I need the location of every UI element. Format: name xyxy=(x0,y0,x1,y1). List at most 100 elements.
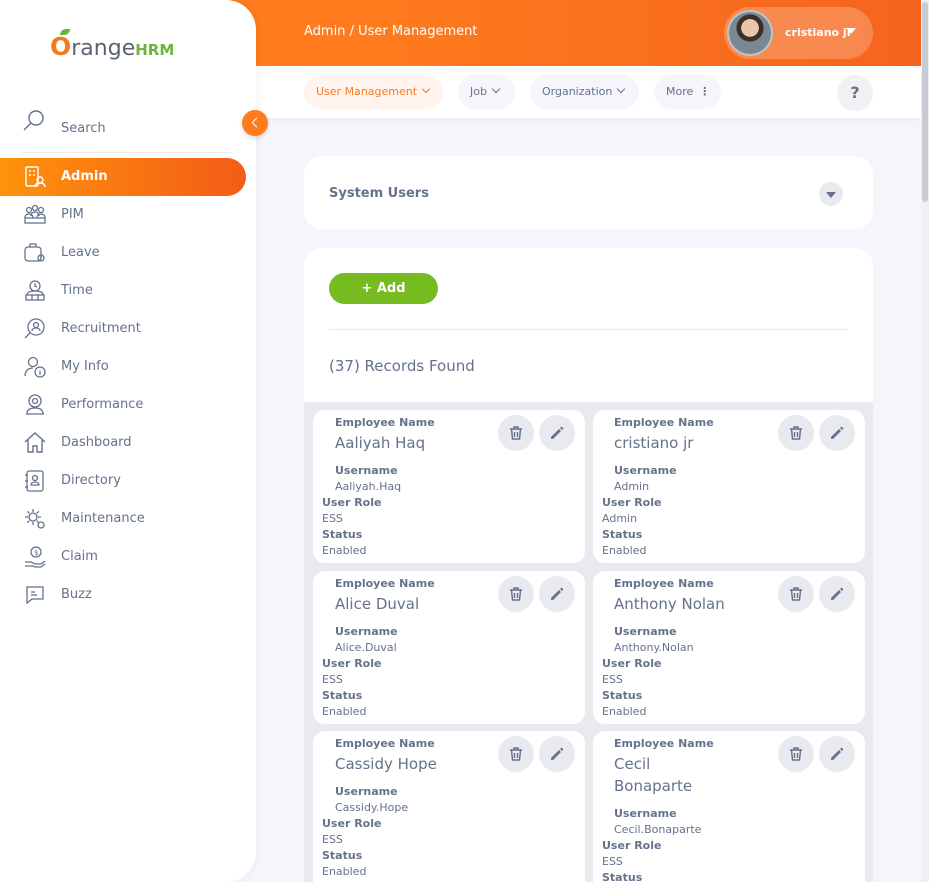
time-icon xyxy=(25,280,45,301)
sidebar-item-label: Buzz xyxy=(61,587,92,602)
home-icon xyxy=(24,432,46,453)
user-role-label: User Role xyxy=(602,657,662,670)
sidebar-item-leave[interactable]: Leave xyxy=(0,234,246,272)
scrollbar-track[interactable] xyxy=(921,0,929,882)
username-value: Alice.Duval xyxy=(335,641,397,654)
toggle-filter-icon[interactable] xyxy=(819,182,843,206)
edit-button[interactable] xyxy=(819,576,855,612)
orangehrm-logo[interactable]: OrangeHRM xyxy=(50,29,174,61)
status-value: Enabled xyxy=(322,705,367,718)
edit-button[interactable] xyxy=(539,736,575,772)
user-card: Employee Name Cassidy Hope Username Cass… xyxy=(313,731,585,882)
admin-icon xyxy=(25,166,46,188)
sidebar-search[interactable]: Search xyxy=(22,109,232,153)
employee-name-label: Employee Name xyxy=(614,577,714,590)
sidebar-item-admin[interactable]: Admin xyxy=(0,158,246,196)
user-role-value: ESS xyxy=(602,855,623,868)
username-label: Username xyxy=(614,807,677,820)
edit-button[interactable] xyxy=(539,415,575,451)
leave-icon xyxy=(24,243,45,262)
status-label: Status xyxy=(602,528,643,541)
user-dropdown[interactable]: cristiano jr xyxy=(724,7,873,59)
user-role-value: Admin xyxy=(602,512,638,525)
username-value: Aaliyah.Haq xyxy=(335,480,402,493)
nav-job[interactable]: Job xyxy=(458,75,515,109)
status-label: Status xyxy=(322,849,363,862)
help-button[interactable]: ? xyxy=(837,75,873,111)
sidebar-item-my-info[interactable]: My Info xyxy=(0,348,246,386)
divider xyxy=(329,329,848,330)
sidebar-item-maintenance[interactable]: Maintenance xyxy=(0,500,246,538)
pencil-icon xyxy=(831,587,844,600)
delete-button[interactable] xyxy=(498,415,534,451)
nav-organization[interactable]: Organization xyxy=(530,75,639,109)
top-nav: User Management Job Organization More ⋮ ? xyxy=(256,66,921,118)
pencil-icon xyxy=(831,426,844,439)
delete-button[interactable] xyxy=(778,415,814,451)
user-role-value: ESS xyxy=(322,673,343,686)
username-label: Username xyxy=(335,625,398,638)
sidebar-item-time[interactable]: Time xyxy=(0,272,246,310)
delete-button[interactable] xyxy=(778,576,814,612)
sidebar-item-directory[interactable]: Directory xyxy=(0,462,246,500)
sidebar-item-label: My Info xyxy=(61,359,109,374)
search-icon xyxy=(23,110,44,131)
maintenance-icon xyxy=(25,509,45,529)
nav-user-management[interactable]: User Management xyxy=(304,75,443,109)
user-card: Employee Name Alice Duval Username Alice… xyxy=(313,571,585,724)
trash-icon xyxy=(790,747,802,761)
edit-button[interactable] xyxy=(539,576,575,612)
username-value: Anthony.Nolan xyxy=(614,641,694,654)
sidebar-item-claim[interactable]: $ Claim xyxy=(0,538,246,576)
sidebar-item-label: Dashboard xyxy=(61,435,132,450)
delete-button[interactable] xyxy=(498,576,534,612)
user-role-label: User Role xyxy=(322,657,382,670)
status-label: Status xyxy=(322,689,363,702)
sidebar-item-label: Time xyxy=(61,283,93,298)
edit-button[interactable] xyxy=(819,415,855,451)
avatar[interactable] xyxy=(727,10,773,56)
user-name[interactable]: cristiano jr xyxy=(785,26,852,39)
chevron-down-icon xyxy=(491,84,501,94)
add-button[interactable]: + Add xyxy=(329,273,438,304)
employee-name: Anthony Nolan xyxy=(614,595,725,613)
sidebar-item-buzz[interactable]: Buzz xyxy=(0,576,246,614)
status-value: Enabled xyxy=(602,705,647,718)
my-info-icon xyxy=(24,356,46,378)
user-role-label: User Role xyxy=(602,496,662,509)
svg-text:$: $ xyxy=(34,549,38,557)
scrollbar-thumb[interactable] xyxy=(922,2,928,202)
status-value: Enabled xyxy=(322,865,367,878)
records-panel: + Add (37) Records Found xyxy=(304,248,873,418)
sidebar-item-pim[interactable]: PIM xyxy=(0,196,246,234)
sidebar-collapse-button[interactable] xyxy=(242,110,268,136)
pencil-icon xyxy=(831,747,844,760)
delete-button[interactable] xyxy=(498,736,534,772)
trash-icon xyxy=(510,747,522,761)
delete-button[interactable] xyxy=(778,736,814,772)
sidebar-item-performance[interactable]: Performance xyxy=(0,386,246,424)
sidebar-item-dashboard[interactable]: Dashboard xyxy=(0,424,246,462)
pencil-icon xyxy=(551,426,564,439)
user-card: Employee Name Anthony Nolan Username Ant… xyxy=(593,571,865,724)
sidebar-item-recruitment[interactable]: Recruitment xyxy=(0,310,246,348)
employee-name-label: Employee Name xyxy=(335,737,435,750)
employee-name-label: Employee Name xyxy=(614,416,714,429)
edit-button[interactable] xyxy=(819,736,855,772)
employee-name-label: Employee Name xyxy=(335,577,435,590)
sidebar-item-label: Leave xyxy=(61,245,100,260)
nav-more[interactable]: More ⋮ xyxy=(654,75,721,109)
directory-icon xyxy=(25,470,44,492)
user-role-value: ESS xyxy=(602,673,623,686)
employee-name-label: Employee Name xyxy=(335,416,435,429)
username-label: Username xyxy=(614,464,677,477)
pencil-icon xyxy=(551,587,564,600)
sidebar-item-label: Performance xyxy=(61,397,144,412)
user-role-value: ESS xyxy=(322,833,343,846)
chevron-down-icon xyxy=(421,84,431,94)
username-value: Cecil.Bonaparte xyxy=(614,823,702,836)
caret-down-icon[interactable] xyxy=(846,28,856,34)
claim-icon: $ xyxy=(25,546,46,568)
user-role-value: ESS xyxy=(322,512,343,525)
more-vertical-icon: ⋮ xyxy=(699,85,711,98)
